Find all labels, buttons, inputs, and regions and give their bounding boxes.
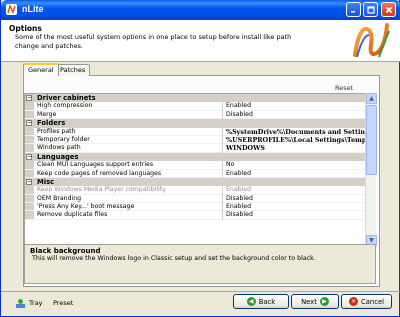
category-misc[interactable]: − Misc (25, 177, 375, 187)
collapse-icon[interactable]: − (26, 153, 32, 160)
property-value[interactable]: %USERPROFILE%\Local Settings\Temp (222, 135, 375, 145)
property-row[interactable]: High compression Enabled (25, 102, 375, 111)
category-label: Misc (37, 177, 55, 186)
cancel-x-icon: ✕ (348, 297, 358, 306)
tab-patches[interactable]: Patches (55, 64, 91, 76)
maximize-button[interactable] (363, 2, 378, 17)
property-row[interactable]: Windows path WINDOWS (25, 144, 375, 153)
scroll-up-icon[interactable]: ▲ (366, 93, 377, 104)
property-name: Remove duplicate files (37, 211, 108, 219)
back-button[interactable]: ◀ Back (233, 294, 289, 309)
next-label: Next (301, 297, 317, 306)
property-value[interactable]: Disabled (222, 110, 375, 120)
property-value[interactable]: WINDOWS (222, 144, 375, 153)
property-row[interactable]: 'Press Any Key...' boot message Enabled (25, 203, 375, 212)
property-row[interactable]: Keep code pages of removed languages Ena… (25, 169, 375, 178)
title-bar[interactable]: nLite (1, 0, 400, 20)
property-row[interactable]: Temporary folder %USERPROFILE%\Local Set… (25, 135, 375, 145)
category-languages[interactable]: − Languages (25, 152, 375, 162)
tray-icon (16, 298, 25, 308)
property-value[interactable]: Enabled (222, 203, 375, 212)
minimize-button[interactable] (346, 2, 361, 17)
property-value[interactable]: No (222, 161, 375, 170)
window-title: nLite (22, 4, 44, 14)
collapse-icon[interactable]: − (26, 178, 32, 185)
back-arrow-icon: ◀ (246, 297, 256, 306)
tab-general[interactable]: General (23, 63, 59, 76)
property-value[interactable]: Disabled (222, 194, 375, 204)
page-title: Options (9, 24, 42, 33)
next-arrow-icon: ▶ (319, 297, 329, 306)
property-value[interactable]: Enabled (222, 102, 375, 111)
category-folders[interactable]: − Folders (25, 119, 375, 128)
property-name: Keep Windows Media Player compatibility (37, 186, 166, 194)
tray-label: Tray (29, 299, 43, 307)
property-name: 'Press Any Key...' boot message (37, 203, 135, 211)
cancel-label: Cancel (360, 297, 385, 306)
minimize-icon (351, 11, 355, 13)
collapse-icon[interactable]: − (26, 95, 32, 101)
category-label: Driver cabinets (37, 94, 96, 102)
property-grid: − Driver cabinets High compression Enabl… (24, 93, 376, 246)
collapse-icon[interactable]: − (26, 120, 32, 127)
property-value[interactable]: Disabled (222, 211, 375, 220)
nlite-logo-icon (353, 23, 390, 58)
property-row[interactable]: Merge Disabled (25, 110, 375, 120)
footer-divider (1, 291, 400, 292)
property-value[interactable]: %SystemDrive%\Documents and Settings (222, 127, 375, 136)
reset-link[interactable]: Reset (335, 84, 353, 92)
cancel-button[interactable]: ✕ Cancel (341, 294, 392, 309)
property-name: Clean MUI Languages support entries (37, 161, 154, 169)
property-row[interactable]: OEM Branding Disabled (25, 194, 375, 204)
property-row[interactable]: Profiles path %SystemDrive%\Documents an… (25, 127, 375, 136)
property-name: Merge (37, 110, 57, 118)
property-name: Keep code pages of removed languages (37, 169, 162, 177)
maximize-icon (366, 5, 375, 14)
property-row[interactable]: Keep Windows Media Player compatibility … (25, 186, 375, 195)
grid-scrollbar[interactable]: ▲ ▼ (365, 93, 377, 246)
property-description: Black background This will remove the Wi… (24, 244, 376, 284)
tray-button[interactable]: Tray (15, 297, 43, 309)
description-text: This will remove the Windows logo in Cla… (32, 255, 316, 262)
page-header: Options Some of the most useful system o… (1, 20, 400, 62)
category-driver-cabinets[interactable]: − Driver cabinets (25, 94, 375, 103)
property-value[interactable]: Enabled (222, 186, 375, 195)
property-value[interactable]: Enabled (222, 169, 375, 178)
category-label: Languages (37, 152, 79, 161)
close-icon (385, 6, 392, 13)
description-title: Black background (30, 247, 101, 255)
property-name: Profiles path (37, 127, 76, 135)
property-row[interactable]: Clean MUI Languages support entries No (25, 161, 375, 170)
preset-link[interactable]: Preset (53, 299, 73, 307)
nlite-window: nLite Options Some of the most useful sy… (0, 0, 400, 317)
property-name: High compression (37, 102, 93, 110)
property-name: Windows path (37, 144, 81, 152)
back-label: Back (258, 297, 276, 306)
property-name: OEM Branding (37, 194, 82, 202)
page-description: Some of the most useful system options i… (15, 33, 292, 50)
property-name: Temporary folder (37, 135, 90, 143)
category-label: Folders (37, 119, 66, 128)
property-row[interactable]: Remove duplicate files Disabled (25, 211, 375, 220)
close-button[interactable] (381, 2, 396, 17)
nlite-app-icon (6, 4, 17, 15)
scroll-thumb[interactable] (366, 105, 377, 175)
next-button[interactable]: Next ▶ (291, 294, 339, 309)
